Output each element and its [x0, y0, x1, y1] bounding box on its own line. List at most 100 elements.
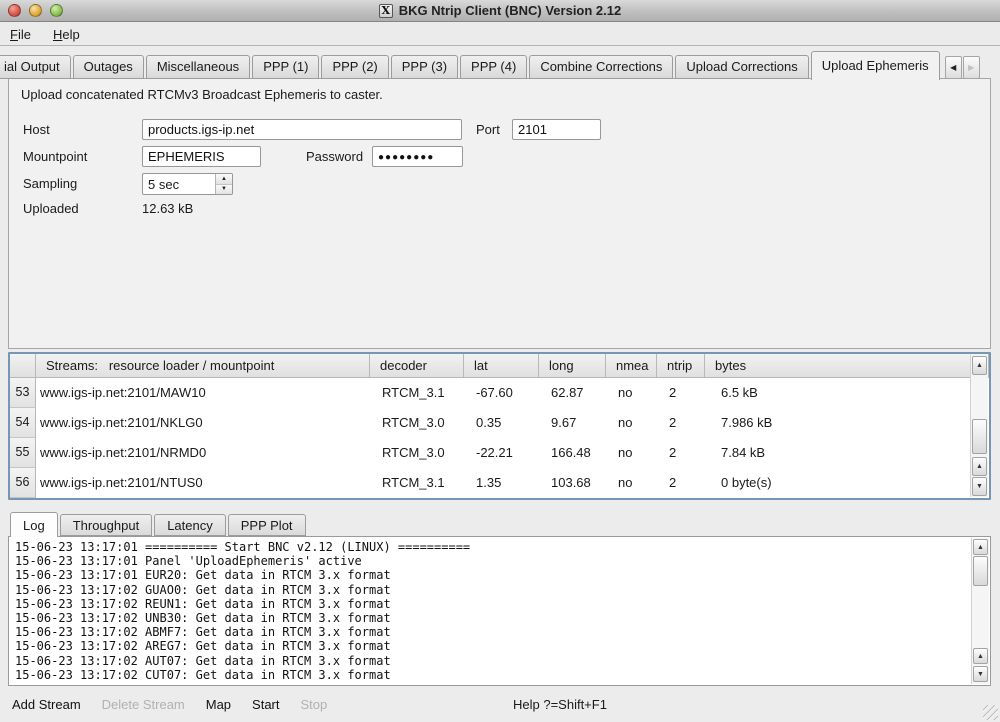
spin-down-icon[interactable]: ▼: [216, 185, 232, 195]
log-line: 15-06-23 13:17:01 ========== Start BNC v…: [15, 540, 968, 554]
cell-bytes: 0 byte(s): [705, 468, 989, 498]
log-line: 15-06-23 13:17:01 EUR20: Get data in RTC…: [15, 568, 968, 582]
zoom-icon[interactable]: [50, 4, 63, 17]
log-tab[interactable]: Latency: [154, 514, 226, 536]
column-header[interactable]: decoder: [370, 354, 464, 378]
bottom-button: Stop: [301, 697, 328, 712]
table-row[interactable]: 55 www.igs-ip.net:2101/NRMD0 RTCM_3.0 -2…: [10, 438, 989, 468]
row-number[interactable]: 55: [10, 438, 36, 468]
log-tab-bar: Log Throughput Latency PPP Plot: [8, 511, 308, 536]
log-line: 15-06-23 13:17:02 CUT07: Get data in RTC…: [15, 668, 968, 682]
cell-nmea: no: [606, 438, 657, 468]
table-row[interactable]: 54 www.igs-ip.net:2101/NKLG0 RTCM_3.0 0.…: [10, 408, 989, 438]
mountpoint-input[interactable]: [142, 146, 261, 167]
menu-item[interactable]: File: [10, 27, 31, 42]
scroll-up-icon[interactable]: ▲: [973, 648, 988, 664]
title-bar: X BKG Ntrip Client (BNC) Version 2.12: [0, 0, 1000, 22]
sampling-label: Sampling: [23, 176, 77, 191]
scroll-thumb[interactable]: [973, 556, 988, 586]
bottom-button[interactable]: Add Stream: [12, 697, 81, 712]
menu-item[interactable]: Help: [53, 27, 80, 42]
cell-nmea: no: [606, 378, 657, 408]
table-corner: [10, 354, 36, 378]
cell-nmea: no: [606, 468, 657, 498]
column-header[interactable]: nmea: [606, 354, 657, 378]
host-label: Host: [23, 122, 50, 137]
column-header[interactable]: Streams: resource loader / mountpoint: [36, 354, 370, 378]
scroll-down-icon[interactable]: ▼: [973, 666, 988, 682]
cell-stream: www.igs-ip.net:2101/NTUS0: [36, 468, 370, 498]
streams-table: Streams: resource loader / mountpoint de…: [8, 352, 991, 500]
port-input[interactable]: [512, 119, 601, 140]
log-text[interactable]: 15-06-23 13:17:01 ========== Start BNC v…: [15, 540, 968, 683]
main-tab[interactable]: Upload Ephemeris: [811, 51, 940, 80]
table-scrollbar[interactable]: ▲ ▲ ▼: [970, 355, 988, 497]
log-tab[interactable]: PPP Plot: [228, 514, 306, 536]
log-line: 15-06-23 13:17:02 REUN1: Get data in RTC…: [15, 597, 968, 611]
main-tab[interactable]: Outages: [73, 55, 144, 79]
tab-scrollers: ◀ ▶: [944, 56, 980, 79]
cell-decoder: RTCM_3.0: [370, 408, 464, 438]
main-tab[interactable]: PPP (3): [391, 55, 458, 79]
cell-decoder: RTCM_3.1: [370, 468, 464, 498]
resize-grip-icon[interactable]: [983, 705, 998, 720]
cell-long: 166.48: [539, 438, 606, 468]
bottom-button: Delete Stream: [102, 697, 185, 712]
column-header[interactable]: long: [539, 354, 606, 378]
main-tab[interactable]: Upload Corrections: [675, 55, 808, 79]
log-line: 15-06-23 13:17:02 GUAO0: Get data in RTC…: [15, 583, 968, 597]
row-number[interactable]: 56: [10, 468, 36, 498]
uploaded-label: Uploaded: [23, 201, 79, 216]
scroll-thumb[interactable]: [972, 419, 987, 454]
cell-bytes: 7.986 kB: [705, 408, 989, 438]
bottom-bar: Add Stream Delete Stream Map Start Stop …: [0, 688, 1000, 722]
table-row[interactable]: 53 www.igs-ip.net:2101/MAW10 RTCM_3.1 -6…: [10, 378, 989, 408]
cell-decoder: RTCM_3.1: [370, 378, 464, 408]
spin-up-icon[interactable]: ▲: [216, 174, 232, 185]
main-tab[interactable]: Combine Corrections: [529, 55, 673, 79]
panel-description: Upload concatenated RTCMv3 Broadcast Eph…: [21, 87, 383, 102]
log-line: 15-06-23 13:17:02 UNB30: Get data in RTC…: [15, 611, 968, 625]
password-input[interactable]: [372, 146, 463, 167]
column-header[interactable]: ntrip: [657, 354, 705, 378]
bottom-button[interactable]: Map: [206, 697, 231, 712]
scroll-up-icon[interactable]: ▲: [973, 539, 988, 555]
main-tab-bar: ial Output Outages Miscellaneous PPP (1)…: [0, 47, 1000, 79]
streams-table-header: Streams: resource loader / mountpoint de…: [10, 354, 989, 378]
bottom-button[interactable]: Start: [252, 697, 279, 712]
main-tab[interactable]: PPP (1): [252, 55, 319, 79]
host-input[interactable]: [142, 119, 462, 140]
scroll-down-icon[interactable]: ▼: [972, 477, 987, 496]
column-header[interactable]: bytes: [705, 354, 989, 378]
log-tab[interactable]: Throughput: [60, 514, 153, 536]
log-line: 15-06-23 13:17:02 ABMF7: Get data in RTC…: [15, 625, 968, 639]
log-line: 15-06-23 13:17:01 Panel 'UploadEphemeris…: [15, 554, 968, 568]
main-tab[interactable]: ial Output: [0, 55, 71, 79]
sampling-value: 5 sec: [143, 174, 215, 194]
sampling-spinbox[interactable]: 5 sec ▲ ▼: [142, 173, 233, 195]
cell-long: 62.87: [539, 378, 606, 408]
scroll-up-icon[interactable]: ▲: [972, 457, 987, 476]
cell-stream: www.igs-ip.net:2101/MAW10: [36, 378, 370, 408]
scroll-up-icon[interactable]: ▲: [972, 356, 987, 375]
main-tab[interactable]: PPP (4): [460, 55, 527, 79]
log-scrollbar[interactable]: ▲ ▲ ▼: [971, 538, 989, 684]
minimize-icon[interactable]: [29, 4, 42, 17]
cell-stream: www.igs-ip.net:2101/NKLG0: [36, 408, 370, 438]
row-number[interactable]: 53: [10, 378, 36, 408]
main-tab[interactable]: Miscellaneous: [146, 55, 250, 79]
cell-lat: -67.60: [464, 378, 539, 408]
tab-scroll-left-icon[interactable]: ◀: [945, 56, 962, 79]
log-tab[interactable]: Log: [10, 512, 58, 537]
cell-ntrip: 2: [657, 438, 705, 468]
cell-lat: -22.21: [464, 438, 539, 468]
row-number[interactable]: 54: [10, 408, 36, 438]
port-label: Port: [476, 122, 500, 137]
log-line: 15-06-23 13:17:02 AREG7: Get data in RTC…: [15, 639, 968, 653]
close-icon[interactable]: [8, 4, 21, 17]
menu-bar: File Help: [0, 23, 1000, 46]
main-tab[interactable]: PPP (2): [321, 55, 388, 79]
column-header[interactable]: lat: [464, 354, 539, 378]
window-controls: [8, 4, 63, 17]
table-row[interactable]: 56 www.igs-ip.net:2101/NTUS0 RTCM_3.1 1.…: [10, 468, 989, 498]
